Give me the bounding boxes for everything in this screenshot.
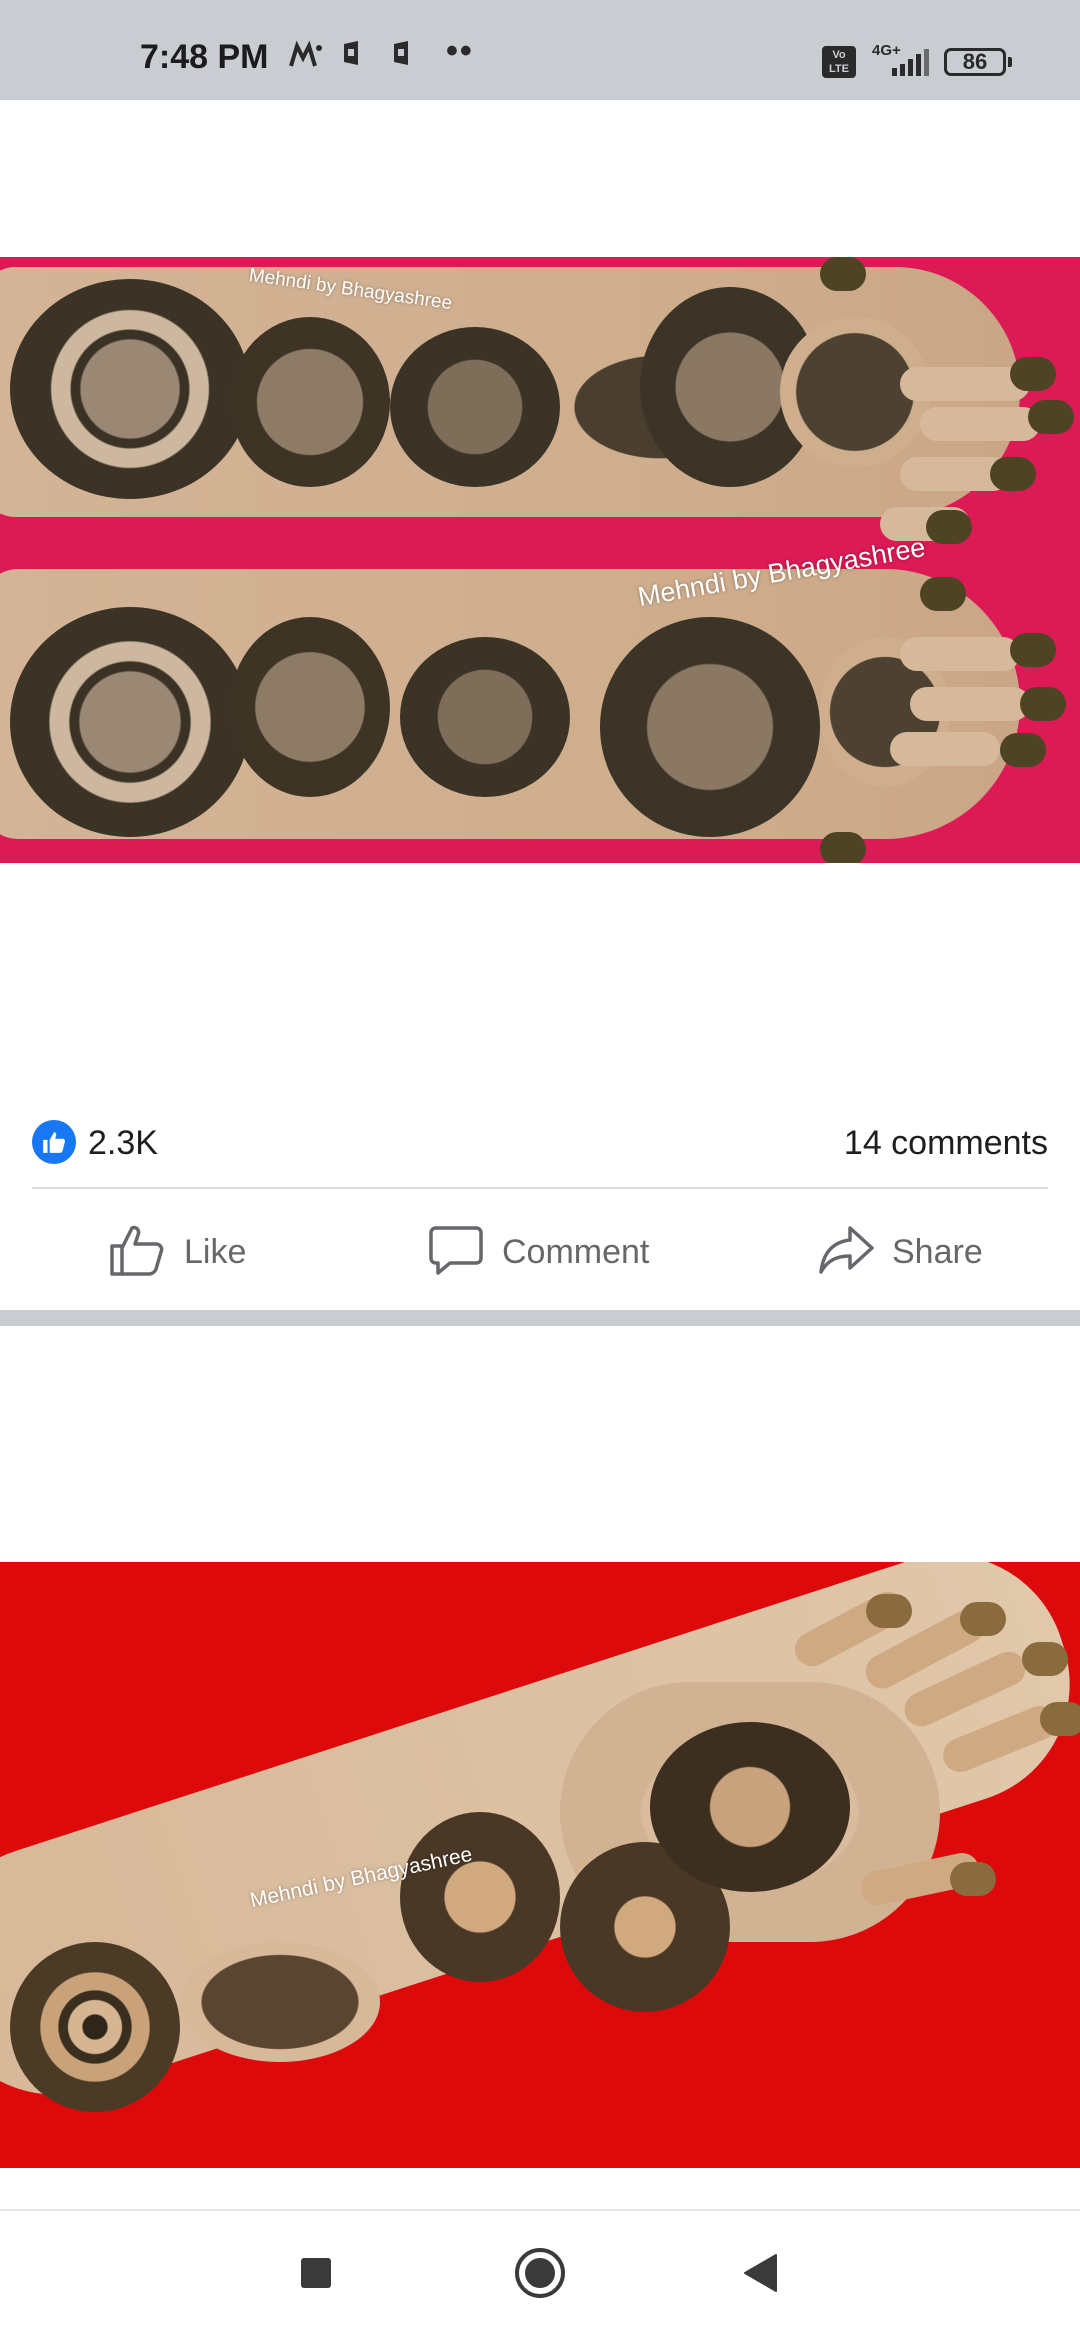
- fingernail: [960, 1602, 1006, 1636]
- post-actions: Like Comment Share: [0, 1210, 1080, 1294]
- finger: [890, 732, 1000, 766]
- fingernail: [820, 257, 866, 291]
- status-bar: 7:48 PM •• Vo LTE 4G+ 86: [0, 0, 1080, 100]
- henna-pattern: [400, 1812, 560, 1982]
- henna-pattern: [10, 279, 250, 499]
- comment-button[interactable]: Comment: [428, 1210, 649, 1294]
- thumbs-up-icon: [108, 1222, 166, 1283]
- notification-icon: [392, 40, 412, 73]
- comments-count[interactable]: 14 comments: [844, 1124, 1048, 1163]
- fingernail: [820, 832, 866, 863]
- henna-pattern: [400, 637, 570, 797]
- back-button[interactable]: [700, 2211, 820, 2340]
- recents-button[interactable]: [256, 2211, 376, 2340]
- finger: [910, 687, 1030, 721]
- share-arrow-icon: [818, 1222, 874, 1283]
- finger: [900, 637, 1020, 671]
- fingernail: [920, 577, 966, 611]
- henna-flower: [10, 1942, 180, 2112]
- fingernail: [1040, 1702, 1080, 1736]
- system-nav-bar: [0, 2211, 1080, 2340]
- facebook-feed-screen: 7:48 PM •• Vo LTE 4G+ 86 Mehndi by Bhagy…: [0, 0, 1080, 2340]
- henna-pattern: [180, 1942, 380, 2062]
- fingernail: [1020, 687, 1066, 721]
- fingernail: [950, 1862, 996, 1896]
- status-time: 7:48 PM: [140, 38, 269, 76]
- reactions-row: 2.3K 14 comments: [32, 1118, 1048, 1170]
- notification-icon: [342, 40, 362, 73]
- fingernail: [926, 510, 972, 544]
- more-dots-icon: ••: [446, 32, 474, 70]
- comment-label: Comment: [502, 1232, 650, 1271]
- fingernail: [1010, 633, 1056, 667]
- henna-pattern: [10, 607, 250, 837]
- divider: [32, 1187, 1048, 1189]
- battery-cap: [1008, 57, 1012, 67]
- henna-pattern: [230, 317, 390, 487]
- henna-pattern: [390, 327, 560, 487]
- fingernail: [1022, 1642, 1068, 1676]
- henna-pattern: [650, 1722, 850, 1892]
- post-photo[interactable]: Mehndi by Bhagyashree Mehndi by Bhagyash…: [0, 257, 1080, 863]
- fingernail: [866, 1594, 912, 1628]
- likes-count[interactable]: 2.3K: [88, 1124, 158, 1163]
- fingernail: [1028, 400, 1074, 434]
- finger: [920, 407, 1040, 441]
- like-reaction-icon: [32, 1120, 76, 1164]
- like-label: Like: [184, 1232, 247, 1271]
- fingernail: [1000, 733, 1046, 767]
- like-button[interactable]: Like: [108, 1210, 246, 1294]
- volte-icon: Vo LTE: [822, 46, 856, 78]
- henna-pattern: [230, 617, 390, 797]
- fingernail: [1010, 357, 1056, 391]
- signal-strength-icon: [892, 48, 932, 76]
- back-triangle-icon: [742, 2253, 778, 2298]
- fingernail: [990, 457, 1036, 491]
- home-button[interactable]: [480, 2211, 600, 2340]
- henna-pattern: [600, 617, 820, 837]
- comment-bubble-icon: [428, 1222, 484, 1283]
- post-photo[interactable]: Mehndi by Bhagyashree: [0, 1562, 1080, 2168]
- recents-square-icon: [300, 2257, 332, 2294]
- home-circle-icon: [514, 2247, 566, 2304]
- share-button[interactable]: Share: [818, 1210, 983, 1294]
- battery-level: 86: [962, 49, 988, 74]
- post-separator: [0, 1310, 1080, 1326]
- share-label: Share: [892, 1232, 983, 1271]
- myjio-icon: [288, 40, 324, 77]
